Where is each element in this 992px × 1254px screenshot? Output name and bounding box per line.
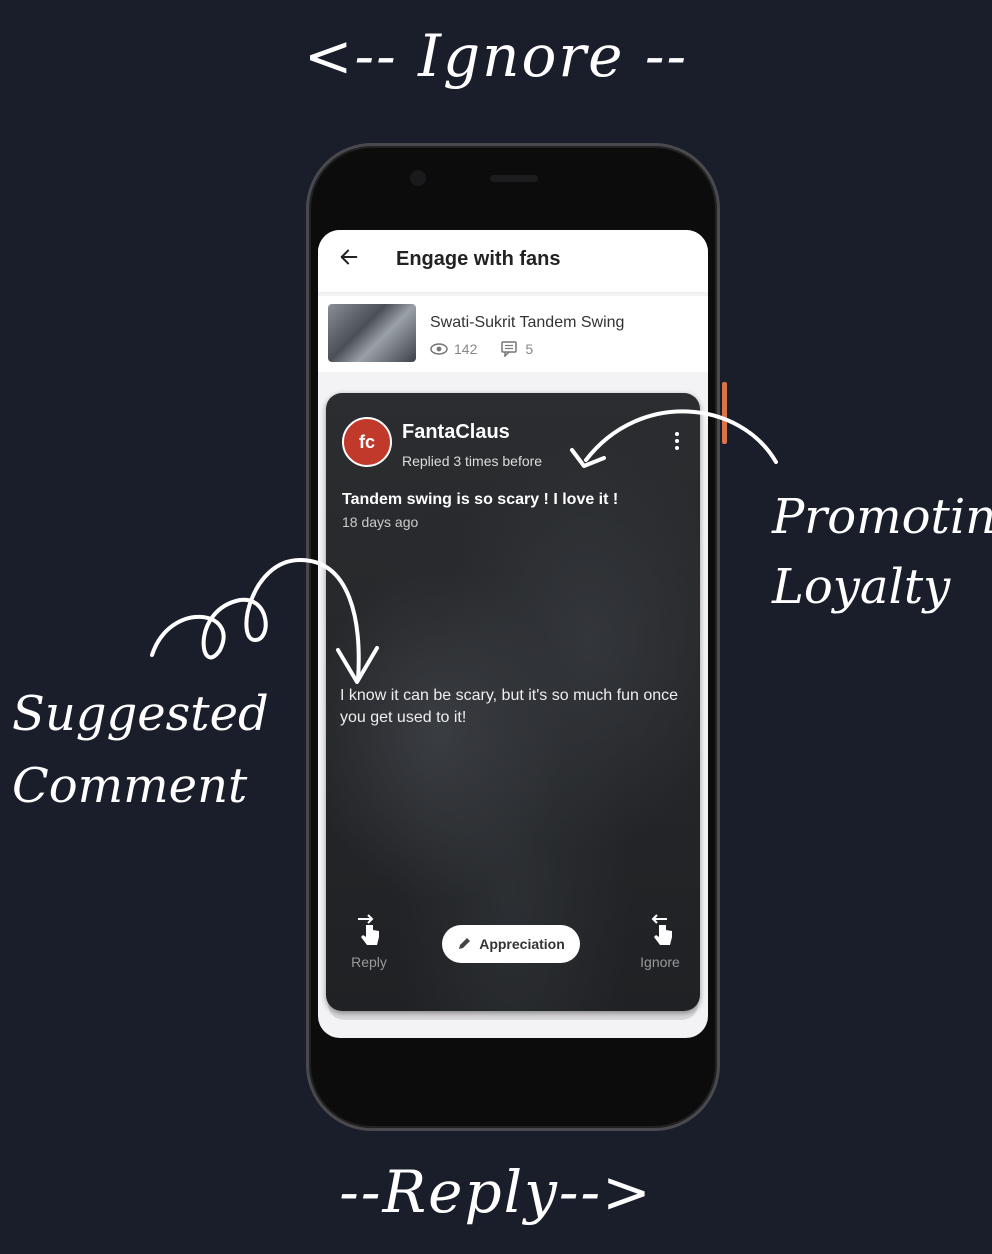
phone-side-button: [722, 382, 727, 444]
eye-icon: [430, 343, 448, 355]
comment-card[interactable]: fc FantaClaus Replied 3 times before Tan…: [326, 393, 700, 1011]
page-title: Engage with fans: [396, 248, 561, 270]
swipe-right-icon: [358, 914, 379, 945]
appreciation-chip[interactable]: Appreciation: [442, 925, 580, 963]
video-title: Swati-Sukrit Tandem Swing: [430, 314, 625, 331]
annotation-left-line-2: Comment: [12, 758, 248, 814]
appreciation-label: Appreciation: [479, 936, 565, 952]
speaker-grille: [490, 175, 538, 182]
annotation-suggested-comment: Suggested Comment: [12, 678, 269, 822]
comment-time: 18 days ago: [342, 514, 419, 530]
avatar[interactable]: fc: [342, 417, 392, 467]
annotation-reply: --Reply-->: [339, 1158, 653, 1226]
back-arrow-icon[interactable]: [338, 246, 360, 268]
reply-action[interactable]: Reply: [344, 913, 394, 970]
video-thumbnail: [328, 304, 416, 362]
annotation-right-line-1: Promoting: [772, 489, 992, 545]
annotation-ignore: <-- Ignore --: [303, 22, 689, 90]
kebab-menu-icon[interactable]: [674, 431, 680, 451]
username: FantaClaus: [402, 421, 510, 443]
annotation-left-line-1: Suggested: [12, 686, 269, 742]
top-bar: Engage with fans: [318, 230, 708, 293]
comment-icon: [501, 341, 518, 357]
annotation-right-line-2: Loyalty: [772, 559, 951, 615]
swipe-left-icon: [651, 914, 672, 945]
video-summary[interactable]: Swati-Sukrit Tandem Swing 142 5: [318, 296, 708, 372]
reply-label: Reply: [351, 954, 387, 970]
views-count: 142: [454, 341, 478, 357]
app-screen: Engage with fans Swati-Sukrit Tandem Swi…: [318, 230, 708, 1038]
fan-comment: Tandem swing is so scary ! I love it !: [342, 491, 619, 508]
camera-icon: [410, 170, 426, 186]
pencil-icon: [459, 938, 471, 949]
replied-info: Replied 3 times before: [402, 453, 543, 469]
ignore-label: Ignore: [640, 954, 680, 970]
comments-count: 5: [525, 341, 534, 357]
video-stats: 142 5: [430, 341, 533, 357]
ignore-action[interactable]: Ignore: [630, 913, 690, 970]
suggested-reply[interactable]: I know it can be scary, but it's so much…: [340, 685, 690, 729]
annotation-promoting-loyalty: Promoting Loyalty: [772, 482, 992, 622]
